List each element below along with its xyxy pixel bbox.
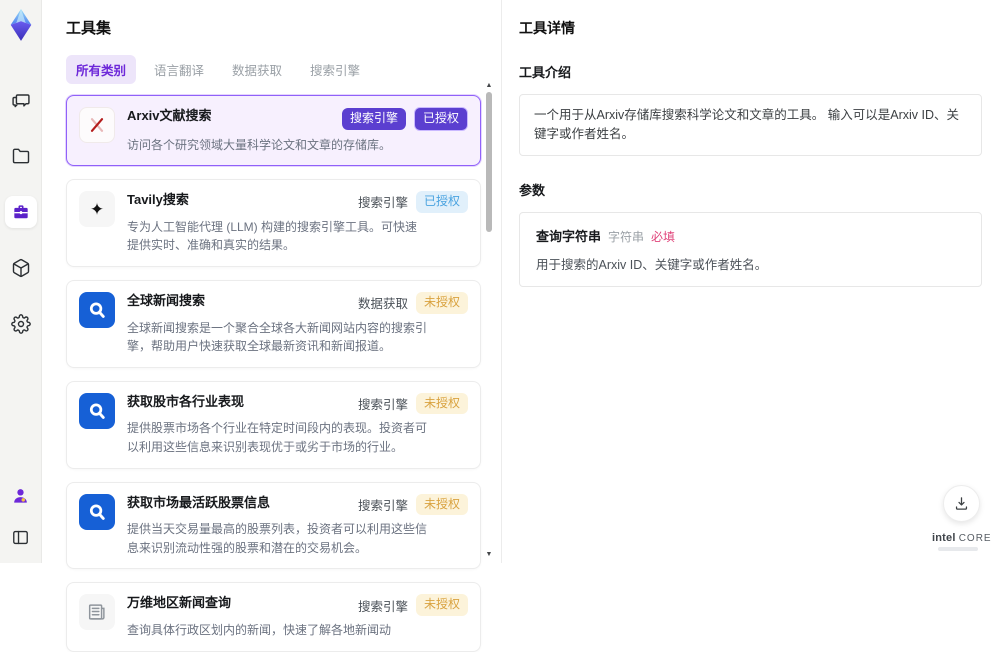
sidebar-nav <box>5 84 37 340</box>
auth-status-badge: 未授权 <box>416 292 468 314</box>
category-badge: 搜索引擎 <box>358 192 408 211</box>
tool-name: 获取股市各行业表现 <box>127 393 244 411</box>
tool-description: 专为人工智能代理 (LLM) 构建的搜索引擎工具。可快速提供实时、准确和真实的结… <box>127 218 427 255</box>
tool-card[interactable]: 万维地区新闻查询 搜索引擎 未授权 查询具体行政区划内的新闻，快速了解各地新闻动 <box>66 582 481 651</box>
auth-status-badge: 未授权 <box>416 494 468 516</box>
user-icon[interactable] <box>5 479 37 511</box>
category-tab[interactable]: 语言翻译 <box>144 55 214 84</box>
param-name: 查询字符串 <box>536 226 601 245</box>
tool-description: 查询具体行政区划内的新闻，快速了解各地新闻动 <box>127 621 427 640</box>
tool-name: Arxiv文献搜索 <box>127 107 212 125</box>
sparkle-icon: ✦ <box>79 191 115 227</box>
download-icon <box>953 495 970 512</box>
param-required-label: 必填 <box>651 228 675 245</box>
download-button[interactable] <box>943 485 980 522</box>
param-type: 字符串 <box>608 228 644 245</box>
auth-status-badge: 已授权 <box>414 107 468 131</box>
tool-details-panel: 工具详情 工具介绍 一个用于从Arxiv存储库搜索科学论文和文章的工具。 输入可… <box>502 0 1000 563</box>
tool-card[interactable]: 获取市场最活跃股票信息 搜索引擎 未授权 提供当天交易量最高的股票列表，投资者可… <box>66 482 481 570</box>
category-tab[interactable]: 搜索引擎 <box>300 55 370 84</box>
auth-status-badge: 未授权 <box>416 594 468 616</box>
category-tab[interactable]: 所有类别 <box>66 55 136 84</box>
tool-name: 获取市场最活跃股票信息 <box>127 494 270 512</box>
category-badge: 搜索引擎 <box>358 394 408 413</box>
tool-description: 访问各个研究领域大量科学论文和文章的存储库。 <box>127 136 427 155</box>
params-list: 查询字符串 字符串 必填 用于搜索的Arxiv ID、关键字或作者姓名。 <box>519 212 982 287</box>
param-description: 用于搜索的Arxiv ID、关键字或作者姓名。 <box>536 254 965 273</box>
brand-core-text: CORE <box>959 533 992 544</box>
settings-icon[interactable] <box>5 308 37 340</box>
tool-description: 全球新闻搜索是一个聚合全球各大新闻网站内容的搜索引擎，帮助用户快速获取全球最新资… <box>127 319 427 356</box>
app-logo <box>6 8 36 42</box>
package-icon[interactable] <box>5 252 37 284</box>
intro-box: 一个用于从Arxiv存储库搜索科学论文和文章的工具。 输入可以是Arxiv ID… <box>519 94 982 156</box>
intro-heading: 工具介绍 <box>519 62 982 81</box>
chat-icon[interactable] <box>5 84 37 116</box>
category-badge: 搜索引擎 <box>358 495 408 514</box>
search-icon <box>79 292 115 328</box>
tool-card[interactable]: Arxiv文献搜索 搜索引擎 已授权 访问各个研究领域大量科学论文和文章的存储库… <box>66 95 481 166</box>
tool-card[interactable]: 全球新闻搜索 数据获取 未授权 全球新闻搜索是一个聚合全球各大新闻网站内容的搜索… <box>66 280 481 368</box>
intel-core-logo: intel CORE <box>932 532 984 551</box>
tool-description: 提供股票市场各个行业在特定时间段内的表现。投资者可以利用这些信息来识别表现优于或… <box>127 419 427 456</box>
category-badge: 搜索引擎 <box>342 108 406 130</box>
category-badge: 搜索引擎 <box>358 596 408 615</box>
category-tab[interactable]: 数据获取 <box>222 55 292 84</box>
scroll-up-arrow[interactable]: ▲ <box>484 82 494 90</box>
auth-status-badge: 已授权 <box>416 191 468 213</box>
tool-card[interactable]: ✦ Tavily搜索 搜索引擎 已授权 专为人工智能代理 (LLM) 构建的搜索… <box>66 179 481 267</box>
tool-name: 全球新闻搜索 <box>127 292 205 310</box>
tool-name: 万维地区新闻查询 <box>127 594 231 612</box>
tool-list: Arxiv文献搜索 搜索引擎 已授权 访问各个研究领域大量科学论文和文章的存储库… <box>66 95 481 652</box>
details-title: 工具详情 <box>519 18 982 38</box>
brand-subline <box>938 547 978 551</box>
scrollbar-thumb[interactable] <box>486 92 492 232</box>
category-badge: 数据获取 <box>358 293 408 312</box>
newspaper-icon <box>79 594 115 630</box>
page-title: 工具集 <box>66 17 481 38</box>
scrollbar[interactable]: ▲ ▼ <box>484 82 494 559</box>
folder-icon[interactable] <box>5 140 37 172</box>
sidebar-rail <box>0 0 42 563</box>
category-tabs: 所有类别语言翻译数据获取搜索引擎 <box>66 55 481 84</box>
tool-description: 提供当天交易量最高的股票列表，投资者可以利用这些信息来识别流动性强的股票和潜在的… <box>127 520 427 557</box>
search-icon <box>79 494 115 530</box>
arxiv-logo-icon <box>79 107 115 143</box>
tool-card[interactable]: 获取股市各行业表现 搜索引擎 未授权 提供股票市场各个行业在特定时间段内的表现。… <box>66 381 481 469</box>
toolbox-icon[interactable] <box>5 196 37 228</box>
tool-name: Tavily搜索 <box>127 191 189 209</box>
brand-intel-text: intel <box>932 532 956 544</box>
panel-toggle-icon[interactable] <box>5 521 37 553</box>
toolset-panel: 工具集 所有类别语言翻译数据获取搜索引擎 Arxiv文献搜索 搜索引擎 已授权 … <box>42 0 501 563</box>
params-heading: 参数 <box>519 180 982 199</box>
search-icon <box>79 393 115 429</box>
param-card: 查询字符串 字符串 必填 用于搜索的Arxiv ID、关键字或作者姓名。 <box>519 212 982 287</box>
scroll-down-arrow[interactable]: ▼ <box>484 551 494 559</box>
auth-status-badge: 未授权 <box>416 393 468 415</box>
